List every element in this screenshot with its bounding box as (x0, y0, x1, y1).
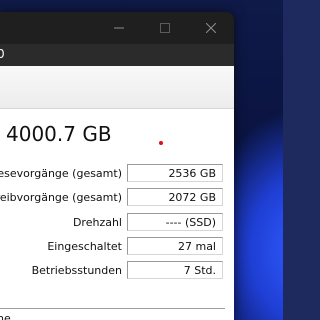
close-icon (206, 23, 216, 33)
info-row-writes: hreibvorgänge (gesamt) 2072 GB (0, 188, 234, 208)
maximize-button[interactable] (142, 12, 188, 44)
section-divider (0, 308, 225, 309)
row-value: ---- (SSD) (127, 213, 223, 231)
row-label: Betriebsstunden (31, 264, 122, 277)
row-value: 27 mal (127, 237, 223, 255)
menu-bar[interactable]: 0 (0, 44, 234, 66)
info-row-power-on-hours: Betriebsstunden 7 Std. (0, 261, 234, 281)
menu-bar-fragment[interactable]: 0 (0, 47, 5, 61)
minimize-button[interactable] (96, 12, 142, 44)
app-window: 0 4000.7 GB Lesevorgänge (gesamt) 2536 G… (0, 12, 234, 320)
minimize-icon (114, 27, 124, 29)
toolbar-area (0, 66, 234, 109)
info-row-rpm: Drehzahl ---- (SSD) (0, 213, 234, 233)
info-row-power-on-count: Eingeschaltet 27 mal (0, 237, 234, 257)
close-button[interactable] (188, 12, 234, 44)
row-label: Drehzahl (72, 216, 122, 229)
section-fragment: he (0, 312, 11, 320)
drive-info-panel: 4000.7 GB Lesevorgänge (gesamt) 2536 GB … (0, 66, 234, 320)
maximize-icon (160, 23, 170, 33)
status-dot (159, 141, 163, 145)
row-value: 2536 GB (127, 164, 223, 182)
row-value: 7 Std. (127, 261, 223, 279)
title-bar (0, 12, 234, 44)
row-value: 2072 GB (127, 188, 223, 206)
drive-capacity: 4000.7 GB (6, 122, 112, 146)
row-label: hreibvorgänge (gesamt) (0, 191, 122, 204)
row-label: Lesevorgänge (gesamt) (0, 167, 122, 180)
info-row-reads: Lesevorgänge (gesamt) 2536 GB (0, 164, 234, 184)
row-label: Eingeschaltet (47, 240, 122, 253)
